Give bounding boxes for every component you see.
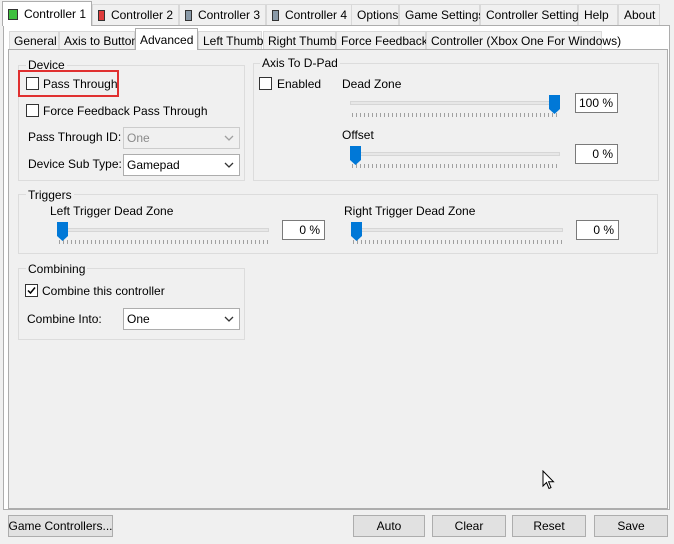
left-trigger-slider-ticks — [59, 240, 269, 244]
device-sub-type-label: Device Sub Type: — [28, 157, 122, 171]
chevron-down-icon — [224, 162, 234, 168]
pass-through-checkbox[interactable] — [26, 77, 39, 90]
button-label: Auto — [376, 519, 402, 533]
dead-zone-slider-ticks — [352, 113, 560, 117]
triggers-legend: Triggers — [26, 188, 74, 202]
checkmark-icon — [27, 287, 36, 295]
tab-controller-1[interactable]: Controller 1 — [2, 1, 92, 26]
tab-options[interactable]: Options — [351, 4, 399, 25]
dead-zone-value[interactable]: 100 % — [575, 93, 618, 113]
tab-label: Controller 1 — [23, 7, 86, 21]
tab-label: Game Settings — [405, 8, 485, 22]
right-trigger-dead-zone-label: Right Trigger Dead Zone — [344, 204, 476, 218]
combine-into-label: Combine Into: — [27, 312, 102, 326]
combine-into-select[interactable]: One — [123, 308, 240, 330]
right-trigger-slider-thumb[interactable] — [351, 222, 362, 241]
tab-advanced[interactable]: Advanced — [135, 28, 198, 50]
right-trigger-slider-ticks — [353, 240, 563, 244]
force-feedback-pass-through-checkbox[interactable] — [26, 104, 39, 117]
right-trigger-value[interactable]: 0 % — [576, 220, 619, 240]
offset-slider-ticks — [352, 164, 560, 168]
tab-controller-settings[interactable]: Controller Settings — [480, 4, 585, 25]
button-label: Clear — [454, 519, 484, 533]
device-sub-type-value: Gamepad — [127, 158, 180, 172]
button-label: Game Controllers... — [8, 519, 113, 533]
offset-slider-track[interactable] — [350, 152, 560, 156]
tab-label: Controller 2 — [110, 8, 173, 22]
red-square-icon — [98, 9, 105, 21]
tab-controller-4[interactable]: Controller 4 — [266, 4, 353, 25]
tab-label: Help — [584, 8, 609, 22]
green-square-icon — [8, 8, 18, 20]
tab-label: Axis to Button — [64, 34, 139, 48]
tab-label: Right Thumb — [268, 34, 337, 48]
dead-zone-slider-track[interactable] — [350, 101, 560, 105]
chevron-down-icon — [224, 135, 234, 141]
clear-button[interactable]: Clear — [432, 515, 506, 537]
tab-controller-3[interactable]: Controller 3 — [179, 4, 266, 25]
button-label: Reset — [533, 519, 565, 533]
pass-through-id-label: Pass Through ID: — [28, 130, 122, 144]
button-label: Save — [617, 519, 645, 533]
tab-controller-xbox-one[interactable]: Controller (Xbox One For Windows) — [426, 31, 621, 50]
tab-game-settings[interactable]: Game Settings — [399, 4, 484, 25]
tab-right-thumb[interactable]: Right Thumb — [263, 31, 336, 50]
tab-label: Controller (Xbox One For Windows) — [431, 34, 622, 48]
offset-label: Offset — [342, 128, 374, 142]
save-button[interactable]: Save — [594, 515, 668, 537]
pass-through-id-select[interactable]: One — [123, 127, 240, 149]
combine-checkbox[interactable] — [25, 284, 38, 297]
gray-square-icon — [272, 9, 279, 21]
dpad-enabled-checkbox[interactable] — [259, 77, 272, 90]
tab-axis-to-button[interactable]: Axis to Button — [59, 31, 139, 50]
tab-label: Options — [357, 8, 399, 22]
combine-label: Combine this controller — [42, 284, 165, 298]
combine-into-value: One — [127, 312, 150, 326]
pass-through-label: Pass Through — [43, 77, 118, 91]
tab-label: Controller Settings — [486, 8, 585, 22]
tab-label: About — [624, 8, 656, 22]
tab-left-thumb[interactable]: Left Thumb — [198, 31, 264, 50]
tab-label: Controller 3 — [197, 8, 260, 22]
tab-general[interactable]: General — [9, 31, 59, 50]
gray-square-icon — [185, 9, 192, 21]
tab-label: Force Feedback — [341, 34, 428, 48]
left-trigger-slider-thumb[interactable] — [57, 222, 68, 241]
dead-zone-slider-thumb[interactable] — [549, 95, 560, 114]
tab-label: Advanced — [140, 32, 194, 47]
tab-force-feedback[interactable]: Force Feedback — [336, 31, 428, 50]
force-feedback-pass-through-label: Force Feedback Pass Through — [43, 104, 208, 118]
triggers-group — [18, 194, 658, 254]
tab-label: Controller 4 — [284, 8, 347, 22]
tab-label: General — [14, 34, 57, 48]
dead-zone-label: Dead Zone — [342, 77, 402, 91]
auto-button[interactable]: Auto — [353, 515, 425, 537]
offset-slider-thumb[interactable] — [350, 146, 361, 165]
offset-value[interactable]: 0 % — [575, 144, 618, 164]
axis-to-dpad-legend: Axis To D-Pad — [260, 56, 340, 70]
tab-about[interactable]: About — [618, 4, 660, 25]
combining-legend: Combining — [26, 262, 88, 276]
reset-button[interactable]: Reset — [512, 515, 586, 537]
mouse-cursor-icon — [542, 470, 555, 490]
game-controllers-button[interactable]: Game Controllers... — [8, 515, 113, 537]
pass-through-id-value: One — [127, 131, 150, 145]
left-trigger-slider-track[interactable] — [57, 228, 269, 232]
tab-label: Left Thumb — [203, 34, 264, 48]
device-sub-type-select[interactable]: Gamepad — [123, 154, 240, 176]
left-trigger-dead-zone-label: Left Trigger Dead Zone — [50, 204, 174, 218]
dpad-enabled-label: Enabled — [277, 77, 322, 91]
chevron-down-icon — [224, 316, 234, 322]
tab-controller-2[interactable]: Controller 2 — [92, 4, 179, 25]
tab-help[interactable]: Help — [578, 4, 618, 25]
right-trigger-slider-track[interactable] — [351, 228, 563, 232]
left-trigger-value[interactable]: 0 % — [282, 220, 325, 240]
